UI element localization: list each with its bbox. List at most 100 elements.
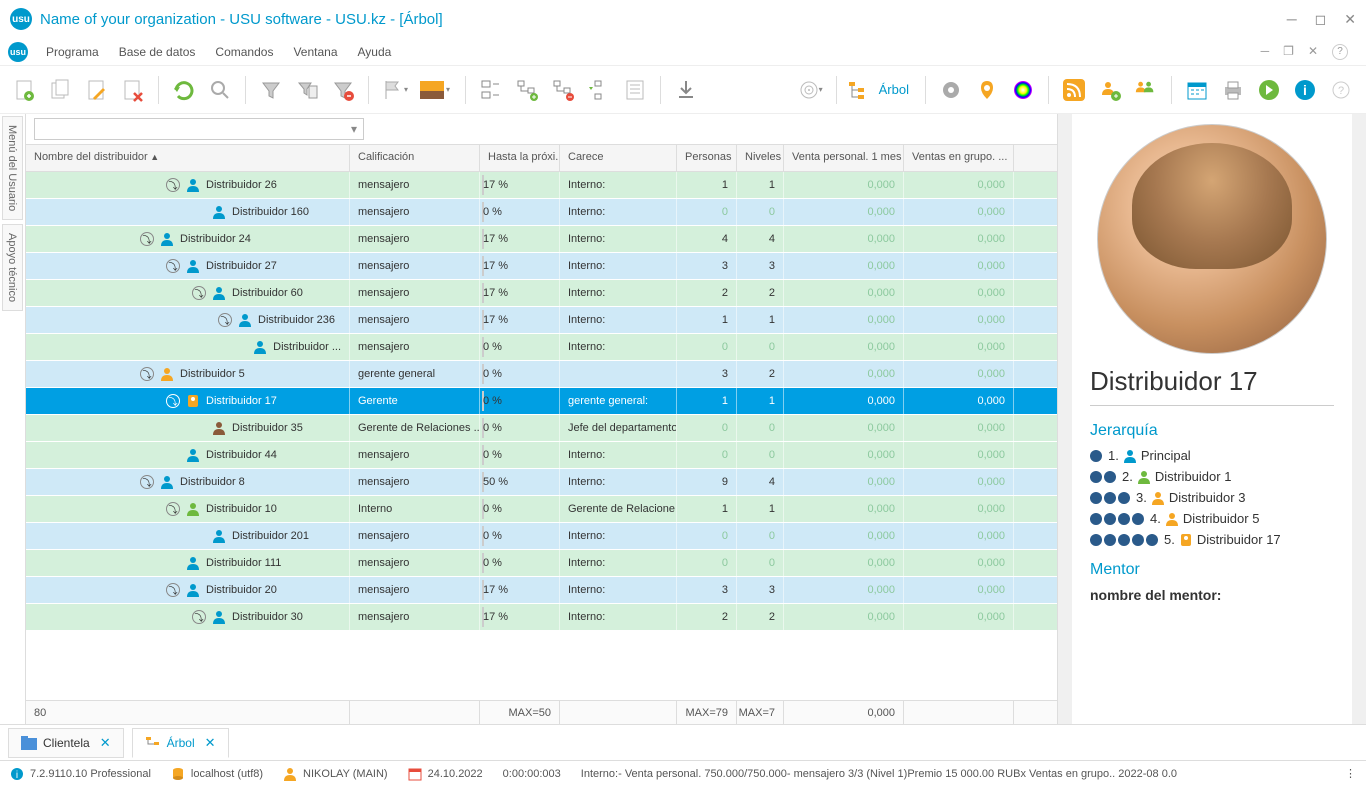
list-button[interactable] (620, 75, 650, 105)
refresh-button[interactable] (169, 75, 199, 105)
status-more-icon[interactable]: ⋮ (1345, 767, 1356, 780)
filter-clear-button[interactable] (328, 75, 358, 105)
hierarchy-item[interactable]: 1.Principal (1090, 448, 1334, 463)
help-button[interactable]: ? (1326, 75, 1356, 105)
mdi-restore-icon[interactable]: ❐ (1283, 44, 1294, 60)
hierarchy-item[interactable]: 5.Distribuidor 17 (1090, 532, 1334, 547)
cell-vg: 0,000 (904, 496, 1014, 522)
col-venta-personal[interactable]: Venta personal. 1 mes (784, 145, 904, 171)
grid-scrollbar[interactable] (1058, 114, 1072, 724)
go-button[interactable] (1254, 75, 1284, 105)
expand-icon[interactable]: ⤵ (166, 259, 180, 273)
expand-icon[interactable]: ⤵ (166, 583, 180, 597)
expand-icon[interactable]: ⤵ (140, 367, 154, 381)
tree-collapse-button[interactable] (476, 75, 506, 105)
expand-icon[interactable]: ⤵ (192, 610, 206, 624)
side-tab-support[interactable]: Apoyo técnico (2, 224, 23, 311)
delete-doc-button[interactable] (118, 75, 148, 105)
expand-icon[interactable]: ⤵ (166, 178, 180, 192)
table-row[interactable]: ⤵Distribuidor 30mensajero17 %Interno:220… (26, 604, 1057, 631)
col-hasta[interactable]: Hasta la próxi... (480, 145, 560, 171)
table-row[interactable]: Distribuidor 35Gerente de Relaciones ...… (26, 415, 1057, 442)
tab-close-icon[interactable]: ✕ (100, 735, 111, 751)
col-niveles[interactable]: Niveles (737, 145, 784, 171)
col-carece[interactable]: Carece (560, 145, 677, 171)
tree-up-button[interactable] (584, 75, 614, 105)
expand-icon[interactable]: ⤵ (218, 313, 232, 327)
rss-button[interactable] (1059, 75, 1089, 105)
gear-button[interactable] (936, 75, 966, 105)
tree-remove-button[interactable] (548, 75, 578, 105)
menu-programa[interactable]: Programa (36, 41, 109, 63)
info-button[interactable]: i (1290, 75, 1320, 105)
side-tab-usermenu[interactable]: Menú del Usuario (2, 116, 23, 220)
target-button[interactable]: ▾ (796, 75, 826, 105)
menu-ventana[interactable]: Ventana (283, 41, 347, 63)
col-venta-grupo[interactable]: Ventas en grupo. ... (904, 145, 1014, 171)
user-add-button[interactable] (1095, 75, 1125, 105)
expand-icon[interactable]: ⤵ (140, 232, 154, 246)
filter-edit-button[interactable] (292, 75, 322, 105)
table-row[interactable]: ⤵Distribuidor 8mensajero50 %Interno:940,… (26, 469, 1057, 496)
table-row[interactable]: ⤵Distribuidor 27mensajero17 %Interno:330… (26, 253, 1057, 280)
expand-icon[interactable]: ⤵ (140, 475, 154, 489)
copy-doc-button[interactable] (46, 75, 76, 105)
tree-expand-button[interactable] (512, 75, 542, 105)
mentor-label: nombre del mentor: (1090, 587, 1334, 603)
table-row[interactable]: ⤵Distribuidor 20mensajero17 %Interno:330… (26, 577, 1057, 604)
table-row[interactable]: Distribuidor 111mensajero0 %Interno:000,… (26, 550, 1057, 577)
menu-comandos[interactable]: Comandos (205, 41, 283, 63)
table-row[interactable]: ⤵Distribuidor 10Interno0 %Gerente de Rel… (26, 496, 1057, 523)
hierarchy-item[interactable]: 3.Distribuidor 3 (1090, 490, 1334, 505)
expand-icon[interactable]: ⤵ (192, 286, 206, 300)
grid-body[interactable]: ⤵Distribuidor 26mensajero17 %Interno:110… (26, 172, 1057, 700)
table-row[interactable]: ⤵Distribuidor 17Gerente0 %gerente genera… (26, 388, 1057, 415)
menu-basedatos[interactable]: Base de datos (109, 41, 206, 63)
col-personas[interactable]: Personas (677, 145, 737, 171)
search-button[interactable] (205, 75, 235, 105)
table-row[interactable]: Distribuidor ...mensajero0 %Interno:000,… (26, 334, 1057, 361)
mdi-close-icon[interactable]: ✕ (1308, 44, 1318, 60)
table-row[interactable]: ⤵Distribuidor 5gerente general0 %320,000… (26, 361, 1057, 388)
close-icon[interactable]: ✕ (1344, 11, 1356, 28)
table-row[interactable]: ⤵Distribuidor 236mensajero17 %Interno:11… (26, 307, 1057, 334)
table-row[interactable]: ⤵Distribuidor 60mensajero17 %Interno:220… (26, 280, 1057, 307)
users-button[interactable] (1131, 75, 1161, 105)
row-person-icon (186, 259, 200, 273)
table-row[interactable]: Distribuidor 201mensajero0 %Interno:000,… (26, 523, 1057, 550)
filter-combo[interactable]: ▾ (34, 118, 364, 140)
image-button[interactable]: ▾ (415, 75, 455, 105)
tree-view-button[interactable] (847, 75, 867, 105)
pin-button[interactable] (972, 75, 1002, 105)
filter-button[interactable] (256, 75, 286, 105)
hierarchy-item[interactable]: 2.Distribuidor 1 (1090, 469, 1334, 484)
tab-clientela[interactable]: Clientela ✕ (8, 728, 124, 758)
menu-ayuda[interactable]: Ayuda (348, 41, 402, 63)
color-button[interactable] (1008, 75, 1038, 105)
row-name-text: Distribuidor 35 (232, 422, 303, 434)
download-button[interactable] (671, 75, 701, 105)
table-row[interactable]: Distribuidor 160mensajero0 %Interno:000,… (26, 199, 1057, 226)
tab-close-icon[interactable]: ✕ (205, 735, 216, 751)
col-name[interactable]: Nombre del distribuidor (26, 145, 350, 171)
maximize-icon[interactable]: ◻ (1315, 11, 1327, 28)
minimize-icon[interactable]: ─ (1287, 11, 1297, 28)
mdi-minimize-icon[interactable]: ─ (1261, 44, 1270, 60)
table-row[interactable]: ⤵Distribuidor 26mensajero17 %Interno:110… (26, 172, 1057, 199)
expand-icon[interactable]: ⤵ (166, 394, 180, 408)
edit-doc-button[interactable] (82, 75, 112, 105)
panel-scrollbar[interactable] (1352, 114, 1366, 724)
expand-icon[interactable]: ⤵ (166, 502, 180, 516)
cell-cal: mensajero (350, 307, 480, 333)
mdi-help-icon[interactable]: ? (1332, 44, 1348, 60)
col-calification[interactable]: Calificación (350, 145, 480, 171)
tab-arbol[interactable]: Árbol ✕ (132, 728, 229, 758)
new-doc-button[interactable] (10, 75, 40, 105)
flag-button[interactable]: ▾ (379, 75, 409, 105)
table-row[interactable]: Distribuidor 44mensajero0 %Interno:000,0… (26, 442, 1057, 469)
print-button[interactable] (1218, 75, 1248, 105)
table-row[interactable]: ⤵Distribuidor 24mensajero17 %Interno:440… (26, 226, 1057, 253)
hierarchy-item[interactable]: 4.Distribuidor 5 (1090, 511, 1334, 526)
cell-carece: Interno: (560, 577, 677, 603)
calendar-button[interactable] (1182, 75, 1212, 105)
